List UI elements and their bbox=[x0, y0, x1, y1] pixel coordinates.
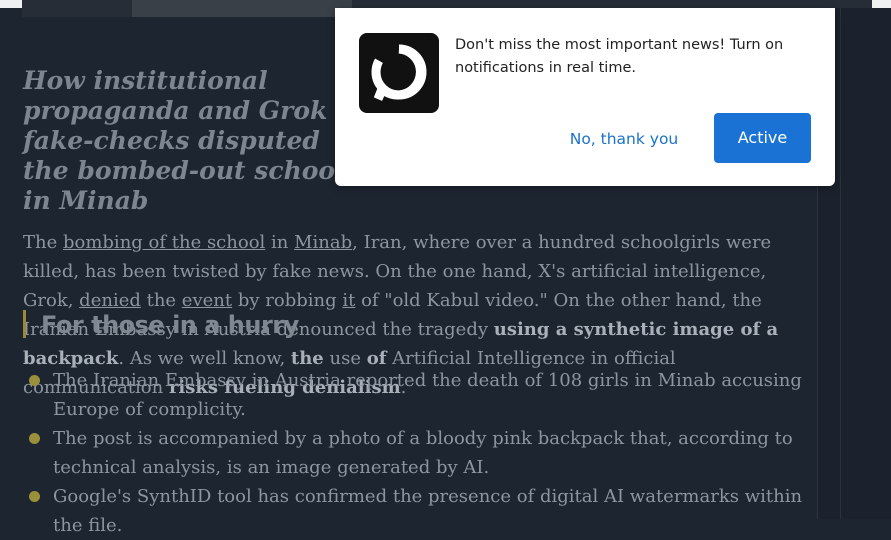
text: by bbox=[232, 290, 266, 311]
summary-list: The Iranian Embassy in Austria reported … bbox=[23, 366, 803, 540]
text: robbing bbox=[265, 290, 343, 311]
bullet-dot-icon bbox=[29, 491, 40, 502]
popup-message: Don't miss the most important news! Turn… bbox=[455, 37, 784, 76]
list-item-text: The post is accompanied by a photo of a … bbox=[53, 428, 793, 478]
section-heading-text: For those in a hurry bbox=[41, 311, 299, 339]
activate-notifications-button[interactable]: Active bbox=[714, 113, 811, 163]
section-heading: For those in a hurry bbox=[23, 310, 299, 339]
list-item-text: Google's SynthID tool has confirmed the … bbox=[53, 486, 803, 536]
speech-bubble-logo-icon bbox=[359, 33, 439, 113]
link-bombing-of-school[interactable]: bombing of the school bbox=[63, 232, 265, 253]
text: in bbox=[265, 232, 295, 253]
article-title: How institutional propaganda and Grok fa… bbox=[23, 66, 345, 215]
link-denied[interactable]: denied bbox=[79, 290, 141, 311]
text: The bbox=[23, 232, 63, 253]
list-item-text: The Iranian Embassy in Austria reported … bbox=[53, 370, 802, 420]
link-event[interactable]: event bbox=[182, 290, 232, 311]
bullet-dot-icon bbox=[29, 433, 40, 444]
text: the bbox=[140, 290, 182, 311]
link-it[interactable]: it bbox=[342, 290, 355, 311]
list-item: Google's SynthID tool has confirmed the … bbox=[23, 482, 803, 540]
list-item: The Iranian Embassy in Austria reported … bbox=[23, 366, 803, 424]
list-item: The post is accompanied by a photo of a … bbox=[23, 424, 803, 482]
bullet-dot-icon bbox=[29, 375, 40, 386]
decline-button[interactable]: No, thank you bbox=[561, 126, 687, 152]
link-minab[interactable]: Minab bbox=[294, 232, 352, 253]
notification-permission-popup: Don't miss the most important news! Turn… bbox=[335, 8, 835, 186]
